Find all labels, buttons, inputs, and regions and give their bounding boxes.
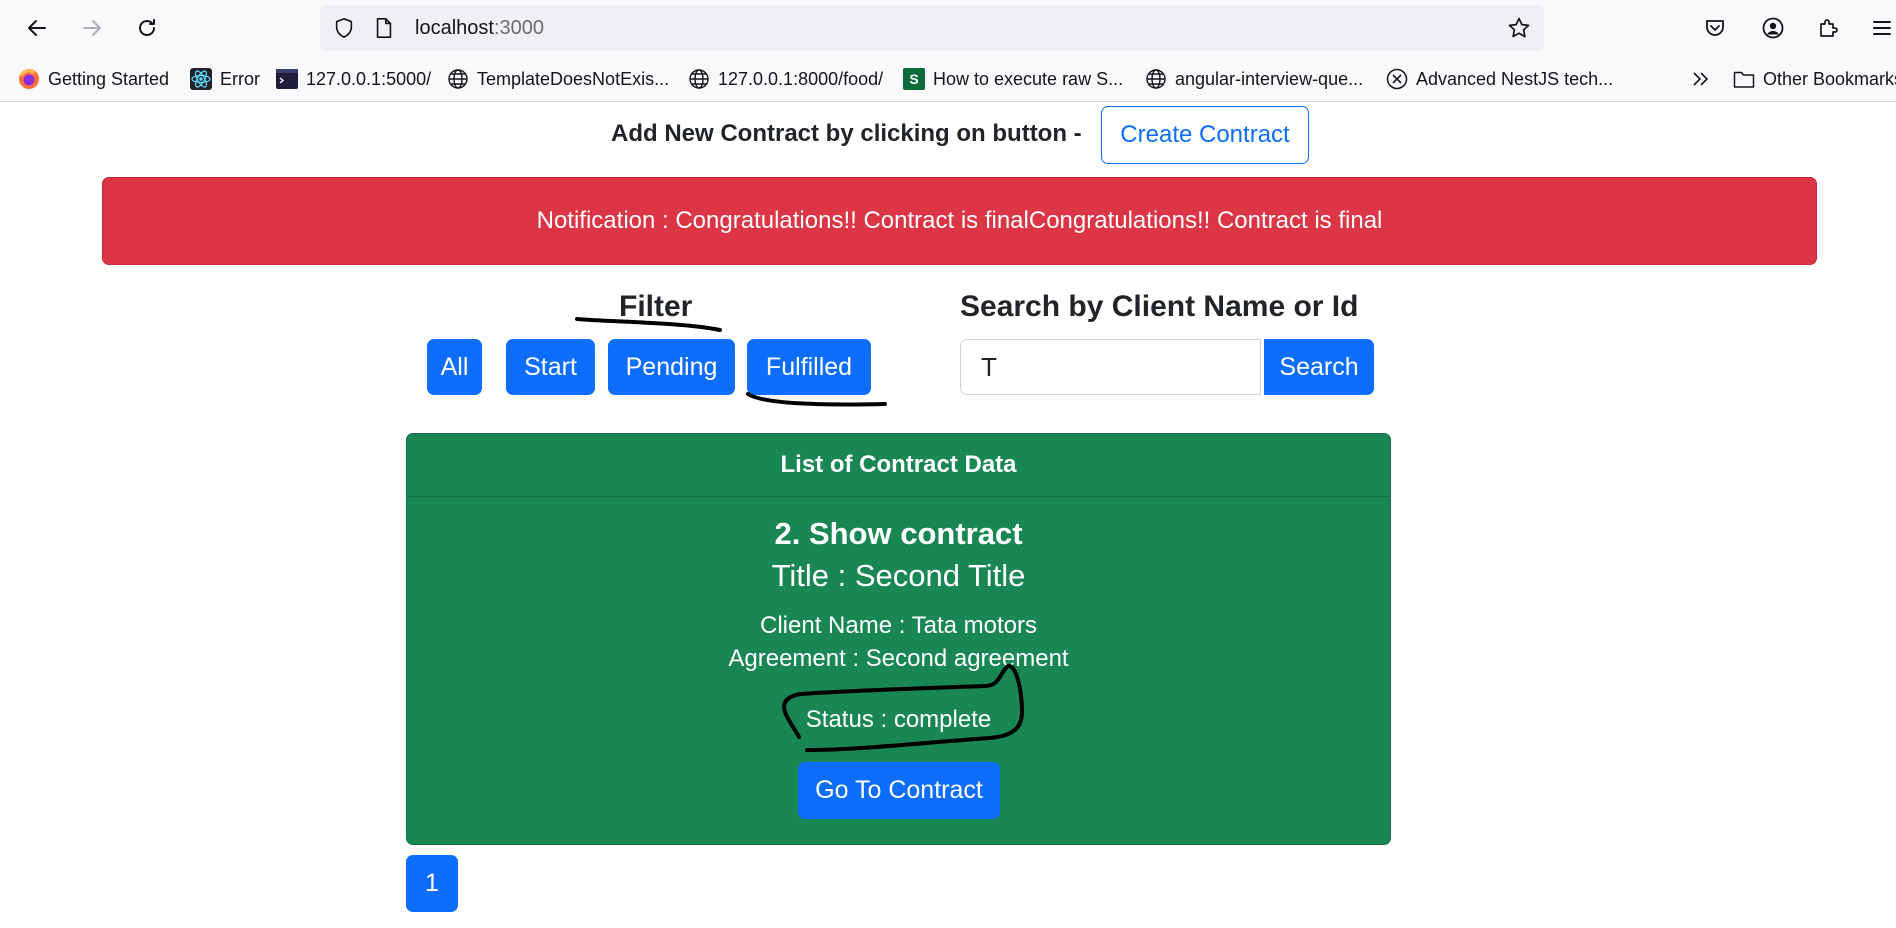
back-arrow-icon[interactable] — [21, 12, 53, 44]
bookmark-item[interactable]: 127.0.0.1:5000/ — [276, 67, 431, 91]
pagination-page-button[interactable]: 1 — [406, 855, 458, 912]
address-bar[interactable]: localhost:3000 — [320, 5, 1544, 51]
filter-fulfilled-button[interactable]: Fulfilled — [747, 339, 871, 395]
bookmarks-bar: Getting Started Error 127.0.0.1:5000/ Te… — [0, 56, 1896, 102]
contract-status: Status : complete — [805, 706, 992, 733]
filter-all-button[interactable]: All — [427, 339, 482, 395]
react-icon — [190, 68, 212, 90]
account-icon[interactable] — [1757, 12, 1789, 44]
bookmark-item[interactable]: Error — [190, 67, 260, 91]
globe-icon — [447, 68, 469, 90]
other-bookmarks[interactable]: Other Bookmarks — [1733, 67, 1896, 91]
bookmark-item[interactable]: TemplateDoesNotExis... — [447, 67, 669, 91]
shield-icon[interactable] — [332, 16, 356, 40]
bookmark-label: Getting Started — [48, 68, 170, 89]
bookmark-label: 127.0.0.1:5000/ — [306, 68, 432, 89]
extensions-icon[interactable] — [1812, 12, 1844, 44]
svg-text:S: S — [909, 71, 918, 87]
filter-title: Filter — [619, 290, 693, 323]
bookmark-label: 127.0.0.1:8000/food/ — [718, 68, 884, 89]
pocket-icon[interactable] — [1699, 12, 1731, 44]
search-title: Search by Client Name or Id — [960, 290, 1359, 323]
url-text[interactable]: localhost:3000 — [415, 17, 544, 40]
page-content: Add New Contract by clicking on button -… — [0, 103, 1896, 928]
contract-list-card: List of Contract Data 2. Show contract T… — [406, 433, 1391, 845]
folder-icon — [1733, 68, 1755, 90]
bookmark-label: Error — [220, 68, 260, 89]
search-input[interactable] — [960, 339, 1261, 395]
menu-icon[interactable] — [1866, 12, 1896, 44]
contract-agreement: Agreement : Second agreement — [728, 645, 1069, 672]
bookmark-item[interactable]: Advanced NestJS tech... — [1386, 67, 1613, 91]
globe-icon — [688, 68, 710, 90]
card-header: List of Contract Data — [407, 434, 1390, 497]
bookmark-item[interactable]: 127.0.0.1:8000/food/ — [688, 67, 883, 91]
create-contract-button[interactable]: Create Contract — [1101, 106, 1309, 164]
firefox-icon — [18, 68, 40, 90]
chevron-double-right-icon[interactable] — [1690, 67, 1712, 91]
url-host: localhost — [415, 17, 494, 39]
search-button[interactable]: Search — [1264, 339, 1374, 395]
contract-heading: 2. Show contract — [774, 516, 1023, 551]
add-contract-text: Add New Contract by clicking on button - — [611, 120, 1082, 147]
reload-icon[interactable] — [131, 12, 163, 44]
page-icon[interactable] — [372, 16, 396, 40]
filter-start-button[interactable]: Start — [506, 339, 595, 395]
other-bookmarks-label: Other Bookmarks — [1763, 68, 1896, 89]
notification-alert: Notification : Congratulations!! Contrac… — [102, 177, 1817, 265]
go-to-contract-button[interactable]: Go To Contract — [798, 762, 1000, 819]
star-icon[interactable] — [1507, 16, 1531, 40]
bookmark-item[interactable]: Getting Started — [18, 67, 169, 91]
bookmark-label: angular-interview-que... — [1175, 68, 1364, 89]
forward-arrow-icon[interactable] — [76, 12, 108, 44]
browser-toolbar: localhost:3000 — [0, 0, 1896, 56]
bookmark-label: Advanced NestJS tech... — [1416, 68, 1614, 89]
contract-title: Title : Second Title — [771, 558, 1026, 593]
contract-client-name: Client Name : Tata motors — [760, 612, 1037, 639]
x-circle-icon — [1386, 68, 1408, 90]
bookmark-item[interactable]: S How to execute raw S... — [903, 67, 1123, 91]
notification-text: Notification : Congratulations!! Contrac… — [536, 207, 1383, 234]
bookmark-label: How to execute raw S... — [933, 68, 1124, 89]
filter-pending-button[interactable]: Pending — [608, 339, 735, 395]
url-port: :3000 — [493, 17, 544, 39]
terminal-icon — [276, 68, 298, 90]
s-icon: S — [903, 68, 925, 90]
bookmark-item[interactable]: angular-interview-que... — [1145, 67, 1363, 91]
globe-icon — [1145, 68, 1167, 90]
bookmark-label: TemplateDoesNotExis... — [477, 68, 670, 89]
add-contract-row: Add New Contract by clicking on button -… — [0, 103, 1896, 167]
